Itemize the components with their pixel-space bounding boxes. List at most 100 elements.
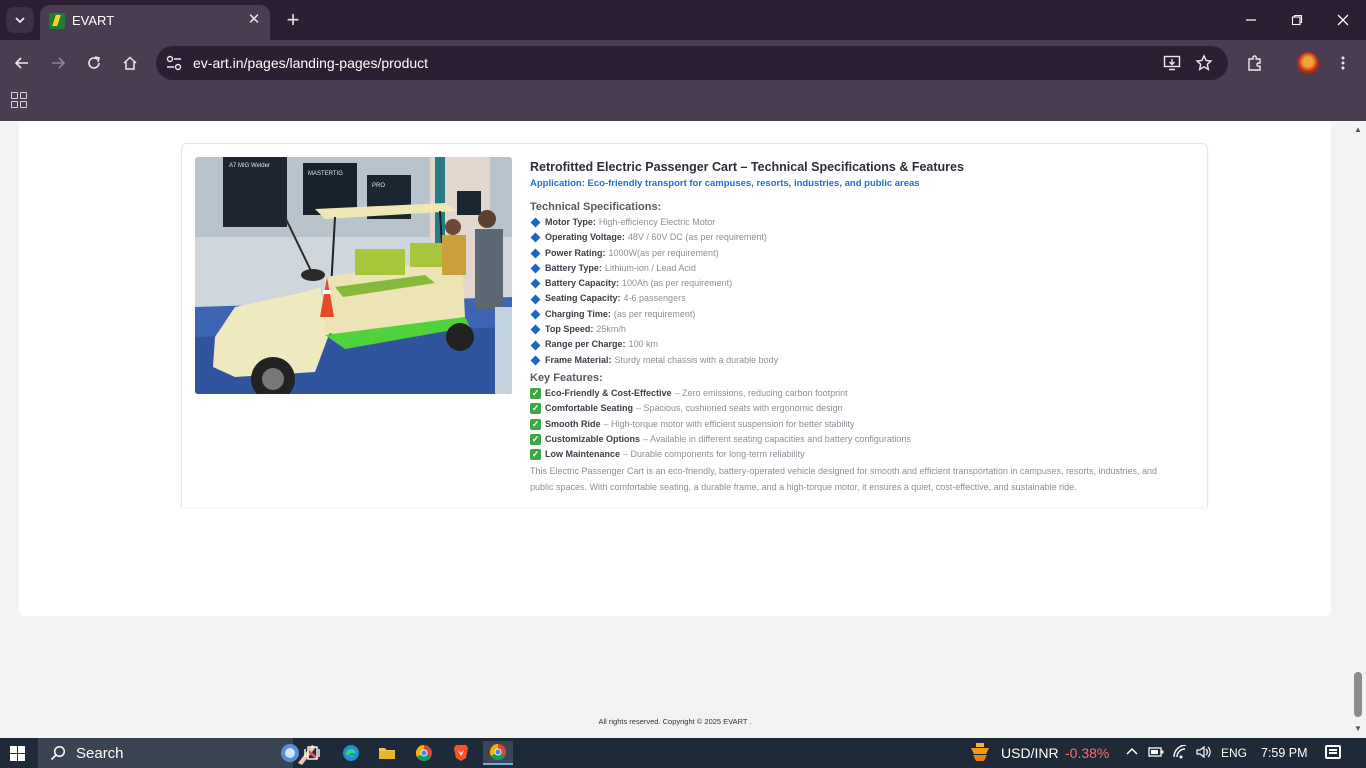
feature-value: – Spacious, cushioned seats with ergonom… bbox=[636, 403, 843, 414]
content-card: A7 MIG Welder MASTERTIG PRO Retrofitted … bbox=[19, 121, 1331, 616]
tray-overflow-chevron-icon[interactable] bbox=[1125, 745, 1139, 762]
tab-close-icon[interactable]: ✕ bbox=[244, 9, 264, 29]
diamond-bullet-icon bbox=[530, 248, 541, 259]
minimize-icon bbox=[1246, 19, 1256, 21]
notifications-icon[interactable] bbox=[1325, 745, 1341, 759]
feature-value: – High-torque motor with efficient suspe… bbox=[603, 418, 855, 429]
taskbar-edge[interactable] bbox=[336, 741, 366, 765]
forward-button[interactable] bbox=[44, 49, 72, 77]
check-mark-icon: ✓ bbox=[530, 449, 541, 461]
diamond-bullet-icon bbox=[530, 232, 541, 243]
battery-icon[interactable] bbox=[1148, 745, 1164, 762]
spec-item: Power Rating: 1000W(as per requirement) bbox=[530, 246, 1190, 261]
spec-value: 1000W(as per requirement) bbox=[608, 247, 719, 258]
task-view-button[interactable] bbox=[297, 741, 327, 765]
taskbar-chrome[interactable] bbox=[409, 741, 439, 765]
diamond-bullet-icon bbox=[530, 278, 541, 289]
diamond-bullet-icon bbox=[530, 294, 541, 305]
new-tab-button[interactable]: + bbox=[280, 7, 306, 33]
spec-item: Top Speed: 25km/h bbox=[530, 322, 1190, 337]
electric-cart-photo: A7 MIG Welder MASTERTIG PRO bbox=[195, 157, 512, 394]
more-vertical-icon bbox=[1341, 56, 1345, 70]
search-label: Search bbox=[76, 745, 124, 762]
taskbar-file-explorer[interactable] bbox=[372, 741, 402, 765]
spec-item: Battery Type: Lithium-ion / Lead Acid bbox=[530, 261, 1190, 276]
taskbar-search[interactable]: Search bbox=[38, 738, 319, 768]
check-mark-icon: ✓ bbox=[530, 388, 541, 400]
url-text[interactable]: ev-art.in/pages/landing-pages/product bbox=[193, 55, 428, 71]
bookmarks-bar bbox=[0, 86, 1366, 121]
extensions-button[interactable] bbox=[1243, 51, 1267, 75]
spec-value: 48V / 60V DC (as per requirement) bbox=[627, 232, 767, 243]
product-info: Retrofitted Electric Passenger Cart – Te… bbox=[530, 160, 1190, 495]
back-button[interactable] bbox=[8, 49, 36, 77]
tab-title: EVART bbox=[72, 13, 115, 28]
reload-icon bbox=[88, 56, 100, 69]
feature-label: Smooth Ride bbox=[545, 418, 601, 429]
site-info-icon[interactable] bbox=[164, 53, 184, 73]
spec-value: 25km/h bbox=[596, 324, 626, 335]
spec-item: Charging Time: (as per requirement) bbox=[530, 307, 1190, 322]
check-mark-icon: ✓ bbox=[530, 403, 541, 415]
browser-menu-button[interactable] bbox=[1331, 51, 1355, 75]
close-icon bbox=[1337, 14, 1349, 26]
spec-value: (as per requirement) bbox=[613, 308, 696, 319]
poster-1-text: A7 MIG Welder bbox=[229, 163, 270, 169]
scroll-down-arrow-icon[interactable]: ▼ bbox=[1354, 724, 1362, 733]
spec-label: Motor Type: bbox=[545, 217, 596, 227]
back-arrow-icon bbox=[14, 57, 28, 69]
windows-start-icon[interactable] bbox=[10, 746, 25, 761]
install-app-icon[interactable] bbox=[1162, 53, 1182, 73]
scroll-up-arrow-icon[interactable]: ▲ bbox=[1354, 125, 1362, 134]
restore-button[interactable] bbox=[1274, 0, 1320, 40]
spec-label: Charging Time: bbox=[545, 308, 611, 319]
tab-search-button[interactable] bbox=[6, 7, 34, 33]
footer-copyright: All rights reserved. Copyright © 2025 EV… bbox=[598, 717, 752, 726]
key-features-heading: Key Features: bbox=[530, 371, 603, 384]
wifi-icon[interactable] bbox=[1173, 744, 1189, 762]
product-title: Retrofitted Electric Passenger Cart – Te… bbox=[530, 160, 964, 174]
diamond-bullet-icon bbox=[530, 340, 541, 350]
apps-grid-icon[interactable] bbox=[11, 92, 27, 108]
spec-label: Seating Capacity: bbox=[545, 293, 621, 304]
check-mark-icon: ✓ bbox=[530, 418, 541, 430]
spec-label: Top Speed: bbox=[545, 324, 594, 335]
language-indicator[interactable]: ENG bbox=[1221, 746, 1247, 760]
spec-value: 100Ah (as per requirement) bbox=[622, 278, 733, 289]
taskbar-chrome-active[interactable] bbox=[483, 741, 513, 765]
browser-toolbar: ev-art.in/pages/landing-pages/product bbox=[0, 40, 1366, 86]
evart-favicon-icon bbox=[49, 13, 65, 29]
product-description: This Electric Passenger Cart is an eco-f… bbox=[530, 466, 1157, 493]
diamond-bullet-icon bbox=[530, 355, 541, 366]
market-widget-icon[interactable] bbox=[968, 742, 992, 764]
scrollbar-thumb[interactable] bbox=[1354, 672, 1362, 717]
chrome-icon bbox=[489, 743, 506, 761]
feature-item: ✓ Eco-Friendly & Cost-Effective – Zero emi… bbox=[530, 386, 1190, 401]
feature-label: Low Maintenance bbox=[545, 449, 621, 460]
feature-value: – Durable components for long-term relia… bbox=[623, 449, 805, 460]
spec-item: Range per Charge: 100 km bbox=[530, 337, 1190, 352]
profile-avatar[interactable] bbox=[1297, 52, 1319, 74]
spec-item: Frame Material: Sturdy metal chassis with… bbox=[530, 353, 1190, 368]
ticker-name[interactable]: USD/INR bbox=[1001, 745, 1059, 761]
page-scrollbar[interactable]: ▲ ▼ bbox=[1350, 121, 1366, 738]
spec-value: Lithium-ion / Lead Acid bbox=[604, 262, 696, 273]
feature-item: ✓ Low Maintenance – Durable components for… bbox=[530, 447, 1190, 462]
feature-label: Comfortable Seating bbox=[545, 403, 634, 414]
spec-value: 4-6 passengers bbox=[623, 293, 686, 304]
volume-icon[interactable] bbox=[1196, 745, 1212, 762]
check-mark-icon: ✓ bbox=[530, 434, 541, 445]
spec-label: Power Rating: bbox=[545, 247, 606, 258]
spec-value: Sturdy metal chassis with a durable body bbox=[614, 354, 779, 365]
feature-item: ✓ Smooth Ride – High-torque motor with eff… bbox=[530, 417, 1190, 432]
browser-tab-evart[interactable]: EVART ✕ bbox=[40, 5, 270, 40]
home-button[interactable] bbox=[116, 49, 144, 77]
ticker-value[interactable]: -0.38% bbox=[1065, 745, 1109, 761]
address-bar[interactable]: ev-art.in/pages/landing-pages/product bbox=[156, 46, 1228, 80]
taskbar-clock[interactable]: 7:59 PM bbox=[1261, 746, 1308, 760]
minimize-button[interactable] bbox=[1228, 0, 1274, 40]
reload-button[interactable] bbox=[80, 49, 108, 77]
bookmark-star-icon[interactable] bbox=[1194, 53, 1214, 73]
close-window-button[interactable] bbox=[1320, 0, 1366, 40]
taskbar-brave[interactable] bbox=[446, 741, 476, 765]
